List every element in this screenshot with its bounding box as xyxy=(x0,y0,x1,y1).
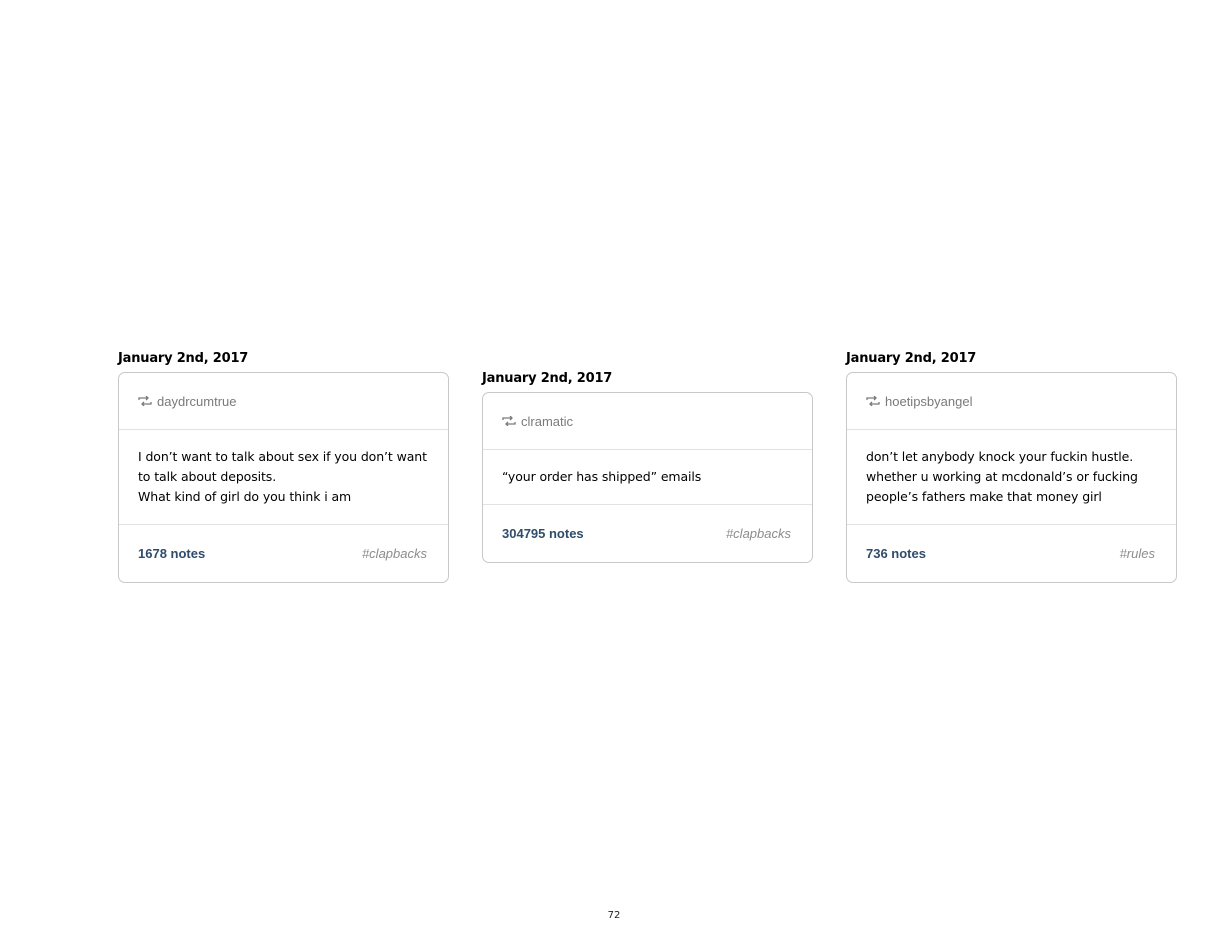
post-header: hoetipsbyangel xyxy=(847,373,1176,430)
post-footer: 304795 notes #clapbacks xyxy=(483,505,812,562)
page-number: 72 xyxy=(607,910,621,921)
post-2: January 2nd, 2017 clramatic “your order … xyxy=(482,372,813,563)
post-date: January 2nd, 2017 xyxy=(482,371,613,386)
post-tag[interactable]: #clapbacks xyxy=(726,526,791,541)
post-content: don’t let anybody knock your fuckin hust… xyxy=(847,430,1176,525)
post-text-line: whether u working at mcdonald’s or fucki… xyxy=(866,469,1138,484)
post-username[interactable]: clramatic xyxy=(521,414,573,429)
post-content: “your order has shipped” emails xyxy=(483,450,812,505)
post-tag[interactable]: #rules xyxy=(1120,546,1155,561)
post-card: daydrcumtrue I don’t want to talk about … xyxy=(118,372,449,583)
post-date: January 2nd, 2017 xyxy=(118,351,249,366)
post-notes-count[interactable]: 736 notes xyxy=(866,546,926,561)
post-footer: 736 notes #rules xyxy=(847,525,1176,582)
post-text-line: I don’t want to talk about sex if you do… xyxy=(138,449,427,464)
post-date: January 2nd, 2017 xyxy=(846,351,977,366)
post-username[interactable]: daydrcumtrue xyxy=(157,394,236,409)
post-1: January 2nd, 2017 daydrcumtrue I don’t w… xyxy=(118,352,449,583)
post-content: I don’t want to talk about sex if you do… xyxy=(119,430,448,525)
post-card: clramatic “your order has shipped” email… xyxy=(482,392,813,563)
post-3: January 2nd, 2017 hoetipsbyangel don’t l… xyxy=(846,352,1177,583)
reblog-icon xyxy=(502,416,516,426)
post-text-line: “your order has shipped” emails xyxy=(502,469,702,484)
post-notes-count[interactable]: 304795 notes xyxy=(502,526,584,541)
post-tag[interactable]: #clapbacks xyxy=(362,546,427,561)
post-notes-count[interactable]: 1678 notes xyxy=(138,546,205,561)
post-text-line: What kind of girl do you think i am xyxy=(138,489,352,504)
post-text-line: to talk about deposits. xyxy=(138,469,277,484)
post-header: daydrcumtrue xyxy=(119,373,448,430)
post-footer: 1678 notes #clapbacks xyxy=(119,525,448,582)
post-header: clramatic xyxy=(483,393,812,450)
post-text-line: don’t let anybody knock your fuckin hust… xyxy=(866,449,1134,464)
post-username[interactable]: hoetipsbyangel xyxy=(885,394,972,409)
post-card: hoetipsbyangel don’t let anybody knock y… xyxy=(846,372,1177,583)
reblog-icon xyxy=(866,396,880,406)
reblog-icon xyxy=(138,396,152,406)
post-text-line: people’s fathers make that money girl xyxy=(866,489,1102,504)
